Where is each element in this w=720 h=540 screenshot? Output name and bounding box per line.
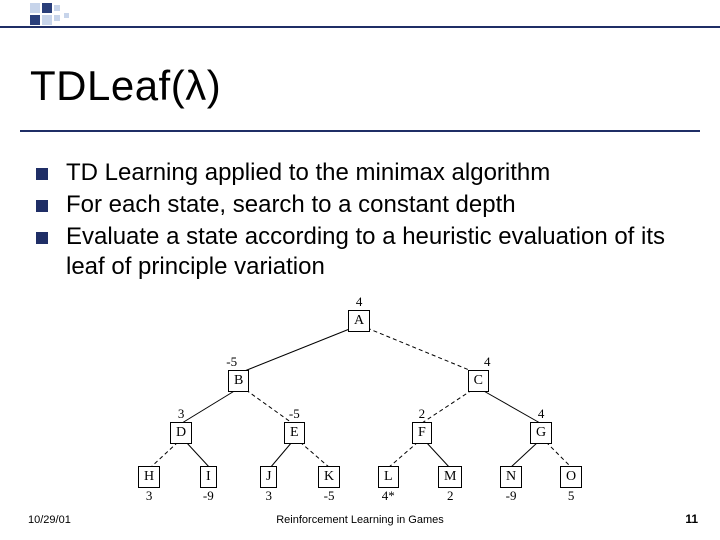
bullet-item: Evaluate a state according to a heuristi… [36, 222, 690, 282]
node-label: C [468, 370, 489, 392]
tree-node-D: 3 D [170, 406, 192, 444]
node-value: 3 [170, 406, 192, 422]
tree-node-G: 4 G [530, 406, 552, 444]
node-label: O [560, 466, 582, 488]
top-rule [0, 26, 720, 28]
node-value: -9 [200, 488, 217, 504]
node-value: 4 [348, 294, 370, 310]
slide: TDLeaf(λ) TD Learning applied to the min… [0, 0, 720, 540]
node-label: F [412, 422, 432, 444]
node-value: -5 [214, 354, 249, 370]
node-label: G [530, 422, 552, 444]
tree-node-O: O 5 [560, 466, 582, 504]
node-label: I [200, 466, 217, 488]
node-value: 3 [138, 488, 160, 504]
tree-node-A: 4 A [348, 294, 370, 332]
node-label: L [378, 466, 399, 488]
bullet-item: TD Learning applied to the minimax algor… [36, 158, 690, 188]
node-label: A [348, 310, 370, 332]
node-value: 2 [412, 406, 432, 422]
node-value: -9 [500, 488, 522, 504]
node-label: D [170, 422, 192, 444]
node-label: N [500, 466, 522, 488]
node-value: 5 [560, 488, 582, 504]
bullet-text: Evaluate a state according to a heuristi… [66, 222, 690, 282]
tree-node-M: M 2 [438, 466, 462, 504]
node-value: 4* [378, 488, 399, 504]
tree-node-L: L 4* [378, 466, 399, 504]
tree-node-J: J 3 [260, 466, 277, 504]
square-bullet-icon [36, 168, 48, 180]
footer-page-number: 11 [685, 512, 698, 526]
minimax-tree-diagram: 4 A -5 B 4 C 3 D -5 E 2 F 4 G H 3 [122, 298, 602, 498]
tree-node-I: I -9 [200, 466, 217, 504]
node-label: K [318, 466, 340, 488]
tree-node-H: H 3 [138, 466, 160, 504]
slide-title: TDLeaf(λ) [30, 62, 221, 110]
bullet-item: For each state, search to a constant dep… [36, 190, 690, 220]
node-value: 4 [530, 406, 552, 422]
node-label: J [260, 466, 277, 488]
accent-bar [0, 0, 720, 26]
tree-node-C: 4 C [466, 354, 491, 392]
tree-node-E: -5 E [284, 406, 305, 444]
node-label: M [438, 466, 462, 488]
square-bullet-icon [36, 200, 48, 212]
node-label: B [228, 370, 249, 392]
footer-title: Reinforcement Learning in Games [0, 514, 720, 526]
title-rule [20, 130, 700, 132]
tree-node-K: K -5 [318, 466, 340, 504]
bullet-text: For each state, search to a constant dep… [66, 190, 690, 220]
node-value: -5 [318, 488, 340, 504]
node-value: 2 [438, 488, 462, 504]
node-label: E [284, 422, 305, 444]
bullet-text: TD Learning applied to the minimax algor… [66, 158, 690, 188]
bullet-list: TD Learning applied to the minimax algor… [36, 158, 690, 284]
tree-node-F: 2 F [412, 406, 432, 444]
node-value: -5 [284, 406, 305, 422]
tree-node-N: N -9 [500, 466, 522, 504]
node-label: H [138, 466, 160, 488]
accent-pattern [30, 3, 88, 25]
square-bullet-icon [36, 232, 48, 244]
node-value: 3 [260, 488, 277, 504]
tree-node-B: -5 B [228, 354, 249, 392]
node-value: 4 [484, 354, 491, 370]
